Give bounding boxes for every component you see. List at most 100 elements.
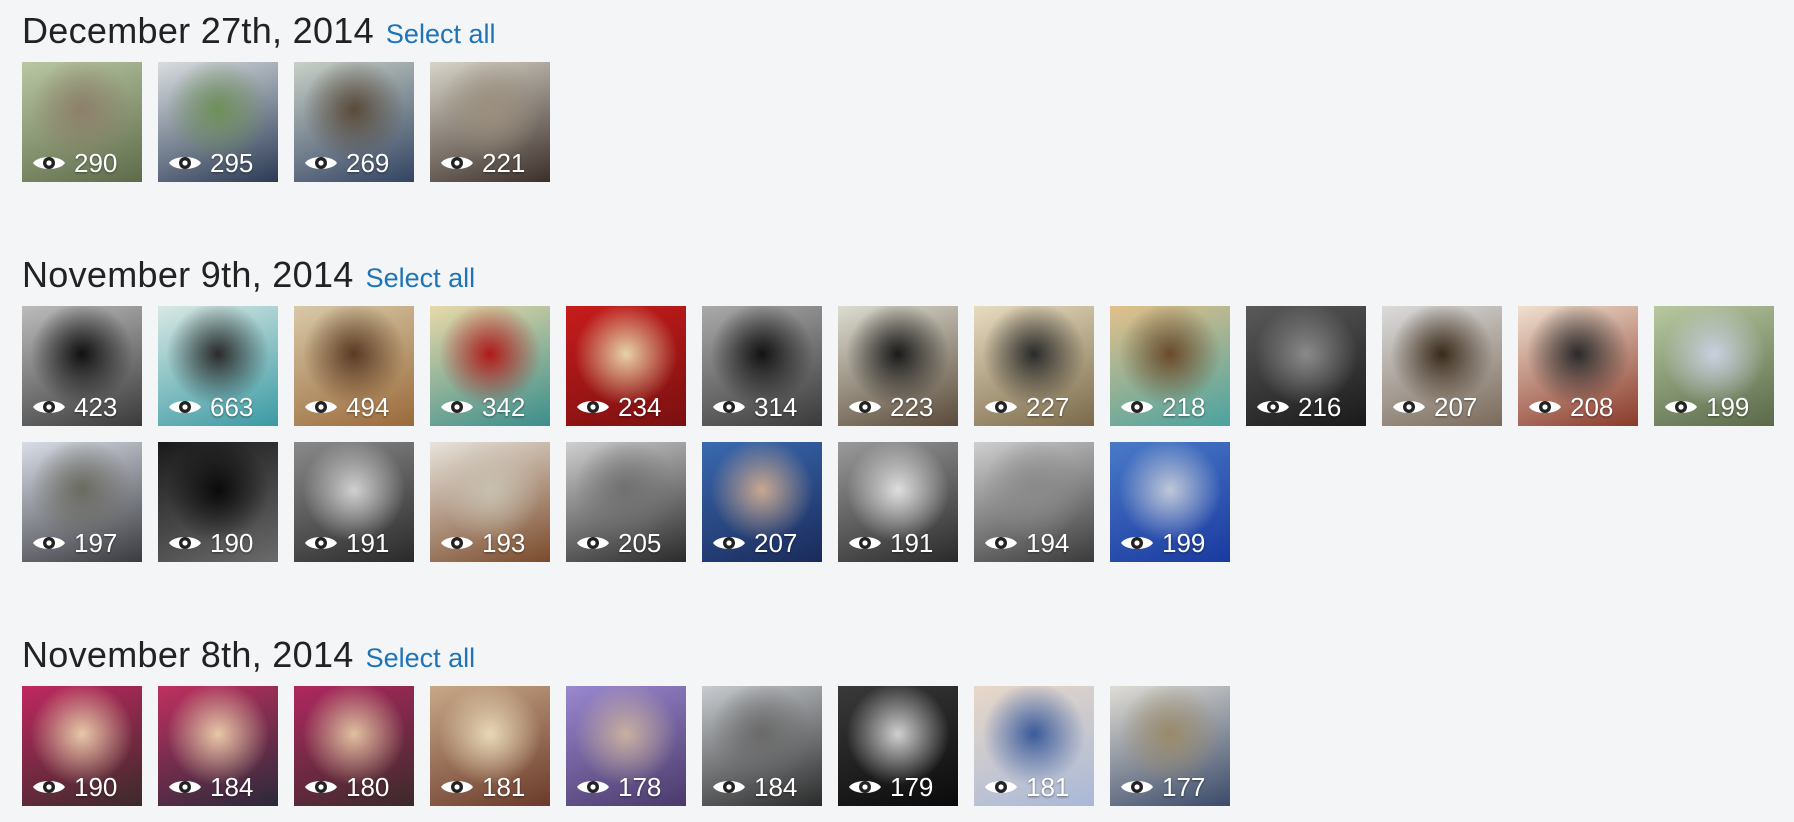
photo-thumbnail[interactable]: 190: [22, 686, 142, 806]
photo-thumbnail[interactable]: 234: [566, 306, 686, 426]
photo-thumbnail[interactable]: 216: [1246, 306, 1366, 426]
date-group: December 27th, 2014 Select all 290 295 269 22…: [22, 10, 1794, 198]
photo-thumbnail[interactable]: 423: [22, 306, 142, 426]
view-count: 194: [984, 530, 1069, 556]
photo-thumbnail[interactable]: 663: [158, 306, 278, 426]
view-count: 423: [32, 394, 117, 420]
eye-icon: [984, 396, 1018, 418]
view-count: 197: [32, 530, 117, 556]
eye-icon: [168, 776, 202, 798]
eye-icon: [576, 532, 610, 554]
date-group: November 9th, 2014 Select all 423 663 494 342…: [22, 254, 1794, 578]
date-group-header: November 9th, 2014 Select all: [22, 254, 1794, 295]
view-count-number: 197: [74, 528, 118, 558]
photo-thumbnail[interactable]: 181: [430, 686, 550, 806]
view-count: 184: [168, 774, 253, 800]
photo-thumbnail[interactable]: 207: [1382, 306, 1502, 426]
photo-thumbnail[interactable]: 178: [566, 686, 686, 806]
photo-thumbnail[interactable]: 190: [158, 442, 278, 562]
eye-icon: [32, 152, 66, 174]
view-count: 190: [32, 774, 117, 800]
view-count-number: 205: [618, 528, 662, 558]
eye-icon: [304, 396, 338, 418]
photo-thumbnail[interactable]: 205: [566, 442, 686, 562]
view-count: 221: [440, 150, 525, 176]
view-count-number: 227: [1026, 392, 1070, 422]
view-count: 190: [168, 530, 253, 556]
view-count: 223: [848, 394, 933, 420]
view-count-number: 342: [482, 392, 526, 422]
photo-thumbnail[interactable]: 227: [974, 306, 1094, 426]
view-count-number: 181: [482, 772, 526, 802]
photo-thumbnail[interactable]: 342: [430, 306, 550, 426]
view-count-number: 295: [210, 148, 254, 178]
photo-thumbnail[interactable]: 295: [158, 62, 278, 182]
photo-thumbnail[interactable]: 197: [22, 442, 142, 562]
view-count: 234: [576, 394, 661, 420]
eye-icon: [304, 152, 338, 174]
eye-icon: [1120, 396, 1154, 418]
date-group-header: December 27th, 2014 Select all: [22, 10, 1794, 51]
select-all-link[interactable]: Select all: [366, 263, 476, 294]
photo-thumbnail[interactable]: 179: [838, 686, 958, 806]
eye-icon: [168, 532, 202, 554]
photo-thumbnail[interactable]: 269: [294, 62, 414, 182]
view-count-number: 177: [1162, 772, 1206, 802]
view-count: 295: [168, 150, 253, 176]
view-count-number: 190: [74, 772, 118, 802]
view-count-number: 199: [1706, 392, 1750, 422]
photo-thumbnail[interactable]: 290: [22, 62, 142, 182]
eye-icon: [712, 776, 746, 798]
view-count-number: 199: [1162, 528, 1206, 558]
view-count-number: 190: [210, 528, 254, 558]
eye-icon: [304, 776, 338, 798]
view-count-number: 218: [1162, 392, 1206, 422]
photo-grid: 423 663 494 342 234 314 223 227 218 216 207 208 199 1…: [22, 306, 1794, 578]
view-count-number: 290: [74, 148, 118, 178]
view-count: 207: [1392, 394, 1477, 420]
photo-thumbnail[interactable]: 191: [294, 442, 414, 562]
view-count: 205: [576, 530, 661, 556]
eye-icon: [1120, 776, 1154, 798]
date-heading: November 9th, 2014: [22, 254, 354, 295]
photo-thumbnail[interactable]: 223: [838, 306, 958, 426]
date-heading: November 8th, 2014: [22, 634, 354, 675]
view-count-number: 423: [74, 392, 118, 422]
photo-thumbnail[interactable]: 177: [1110, 686, 1230, 806]
eye-icon: [440, 152, 474, 174]
photo-thumbnail[interactable]: 218: [1110, 306, 1230, 426]
photo-thumbnail[interactable]: 208: [1518, 306, 1638, 426]
photo-grid: 290 295 269 221: [22, 62, 1794, 198]
photo-thumbnail[interactable]: 184: [158, 686, 278, 806]
photo-thumbnail[interactable]: 199: [1654, 306, 1774, 426]
view-count: 290: [32, 150, 117, 176]
photo-thumbnail[interactable]: 193: [430, 442, 550, 562]
view-count-number: 207: [1434, 392, 1478, 422]
view-count: 227: [984, 394, 1069, 420]
select-all-link[interactable]: Select all: [386, 19, 496, 50]
photo-thumbnail[interactable]: 199: [1110, 442, 1230, 562]
view-count-number: 181: [1026, 772, 1070, 802]
photo-gallery: December 27th, 2014 Select all 290 295 269 22…: [0, 10, 1794, 822]
photo-thumbnail[interactable]: 494: [294, 306, 414, 426]
view-count: 191: [304, 530, 389, 556]
photo-thumbnail[interactable]: 314: [702, 306, 822, 426]
view-count-number: 184: [210, 772, 254, 802]
photo-thumbnail[interactable]: 180: [294, 686, 414, 806]
view-count: 269: [304, 150, 389, 176]
eye-icon: [712, 396, 746, 418]
photo-thumbnail[interactable]: 181: [974, 686, 1094, 806]
select-all-link[interactable]: Select all: [366, 643, 476, 674]
eye-icon: [984, 532, 1018, 554]
photo-thumbnail[interactable]: 191: [838, 442, 958, 562]
eye-icon: [576, 776, 610, 798]
date-group-header: November 8th, 2014 Select all: [22, 634, 1794, 675]
photo-thumbnail[interactable]: 194: [974, 442, 1094, 562]
photo-grid: 190 184 180 181 178 184 179 181 177: [22, 686, 1794, 822]
view-count: 191: [848, 530, 933, 556]
view-count-number: 663: [210, 392, 254, 422]
photo-thumbnail[interactable]: 207: [702, 442, 822, 562]
photo-thumbnail[interactable]: 221: [430, 62, 550, 182]
date-group: November 8th, 2014 Select all 190 184 180 181…: [22, 634, 1794, 822]
photo-thumbnail[interactable]: 184: [702, 686, 822, 806]
